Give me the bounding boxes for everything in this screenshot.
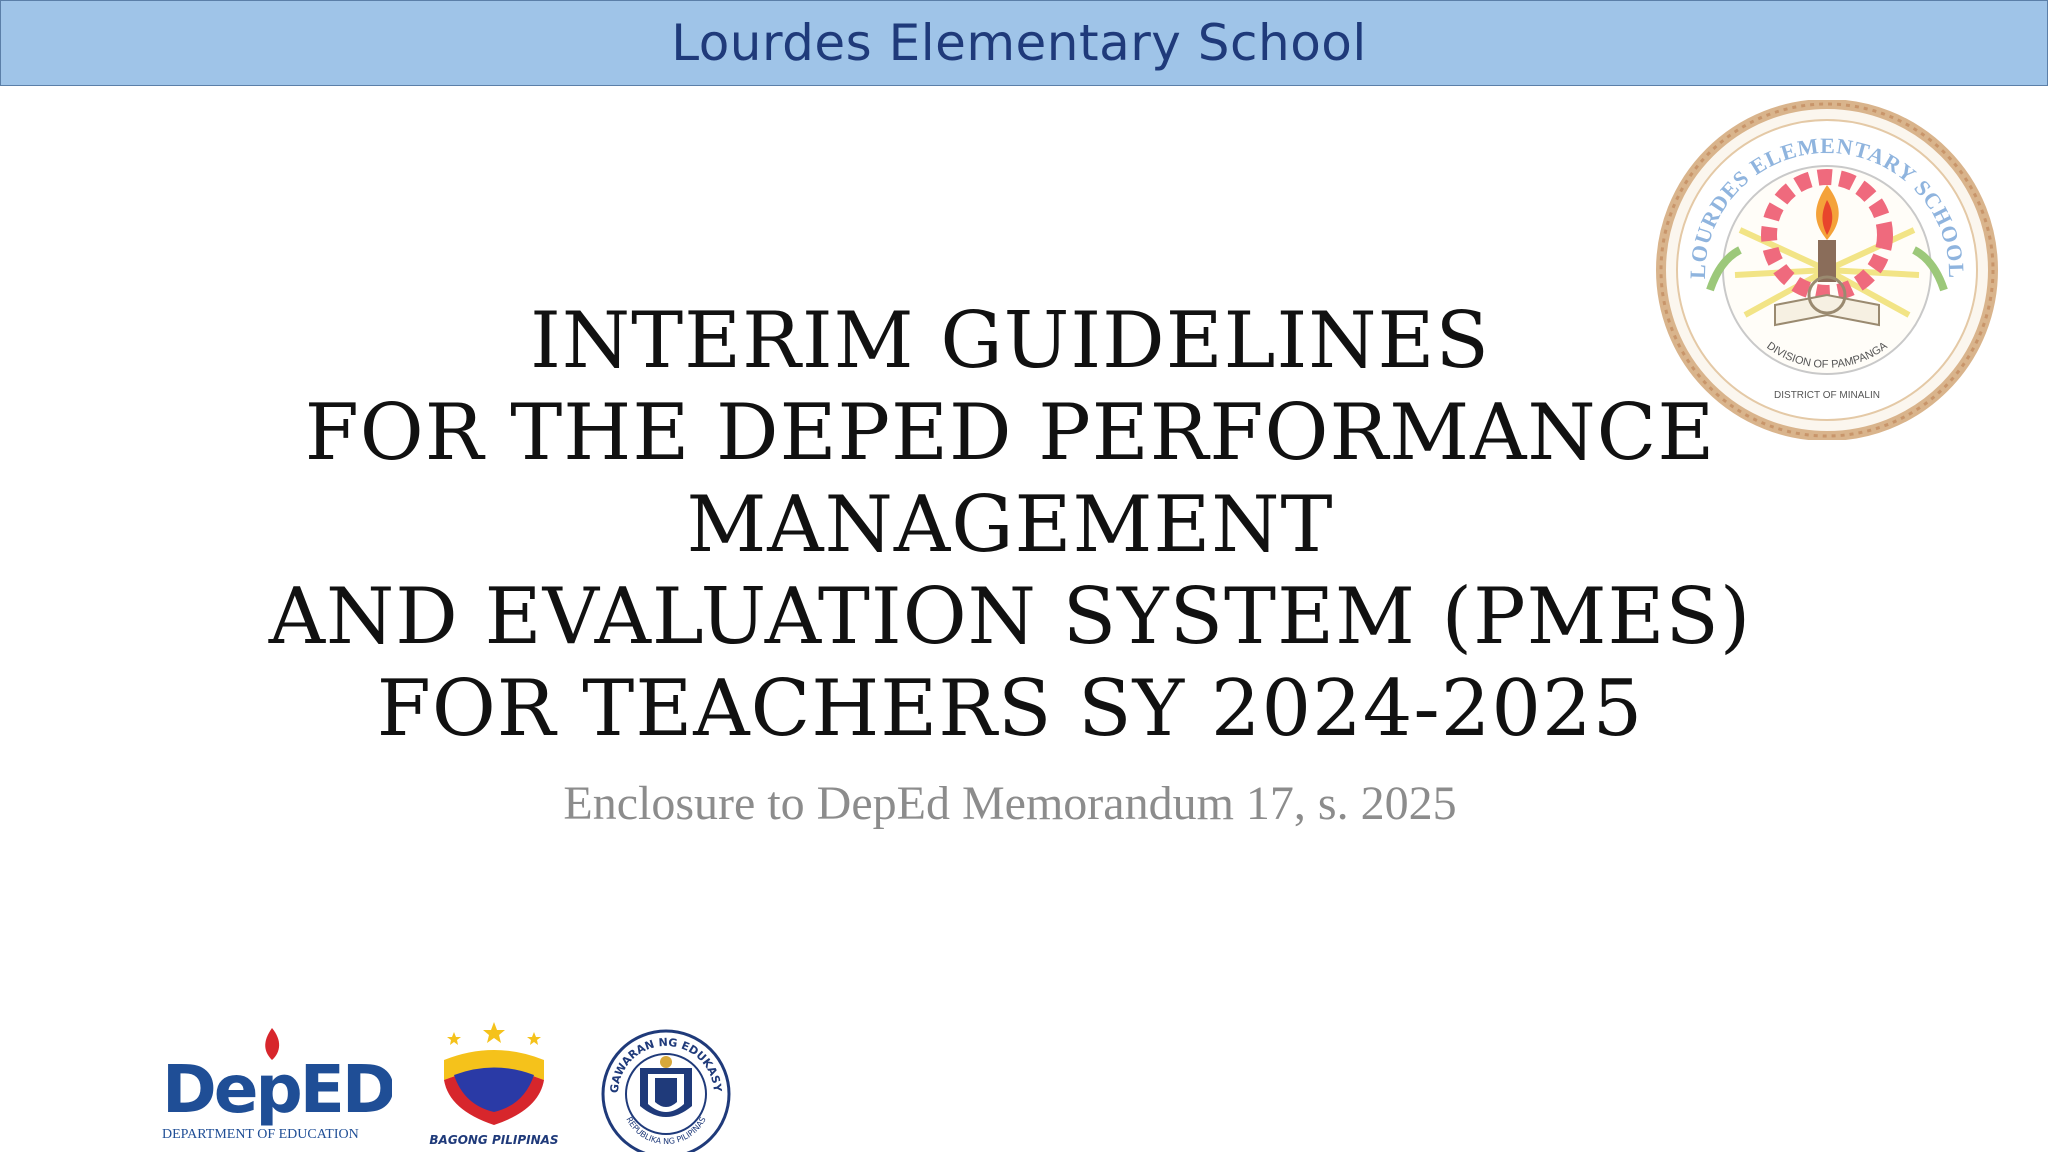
deped-word: DepED xyxy=(162,1051,392,1128)
deped-caption: DEPARTMENT OF EDUCATION xyxy=(162,1127,359,1142)
title-line: FOR THE DEPED PERFORMANCE xyxy=(304,388,1716,478)
title-line: FOR TEACHERS SY 2024-2025 xyxy=(376,664,1644,754)
bagong-pilipinas-logo: BAGONG PILIPINAS xyxy=(429,1022,559,1147)
header-bar: Lourdes Elementary School xyxy=(0,0,2048,86)
deped-logo: DepED DEPARTMENT OF EDUCATION xyxy=(162,1028,392,1142)
header-title: Lourdes Elementary School xyxy=(671,14,1367,72)
title-line: INTERIM GUIDELINES xyxy=(530,296,1490,386)
slide: Lourdes Elementary School LOURDES ELEMEN… xyxy=(0,0,2048,1152)
title-line: MANAGEMENT xyxy=(686,480,1334,570)
kagawaran-seal-logo: KAGAWARAN NG EDUKASYON REPUBLIKA NG PILI… xyxy=(600,1028,731,1152)
bagong-caption: BAGONG PILIPINAS xyxy=(429,1133,558,1147)
subtitle: Enclosure to DepEd Memorandum 17, s. 202… xyxy=(563,777,1457,830)
footer-logos: DepED DEPARTMENT OF EDUCATION BAGONG PIL… xyxy=(160,1020,760,1152)
title-line: AND EVALUATION SYSTEM (PMES) xyxy=(268,572,1752,662)
main-title: INTERIM GUIDELINES FOR THE DEPED PERFORM… xyxy=(160,295,1860,755)
